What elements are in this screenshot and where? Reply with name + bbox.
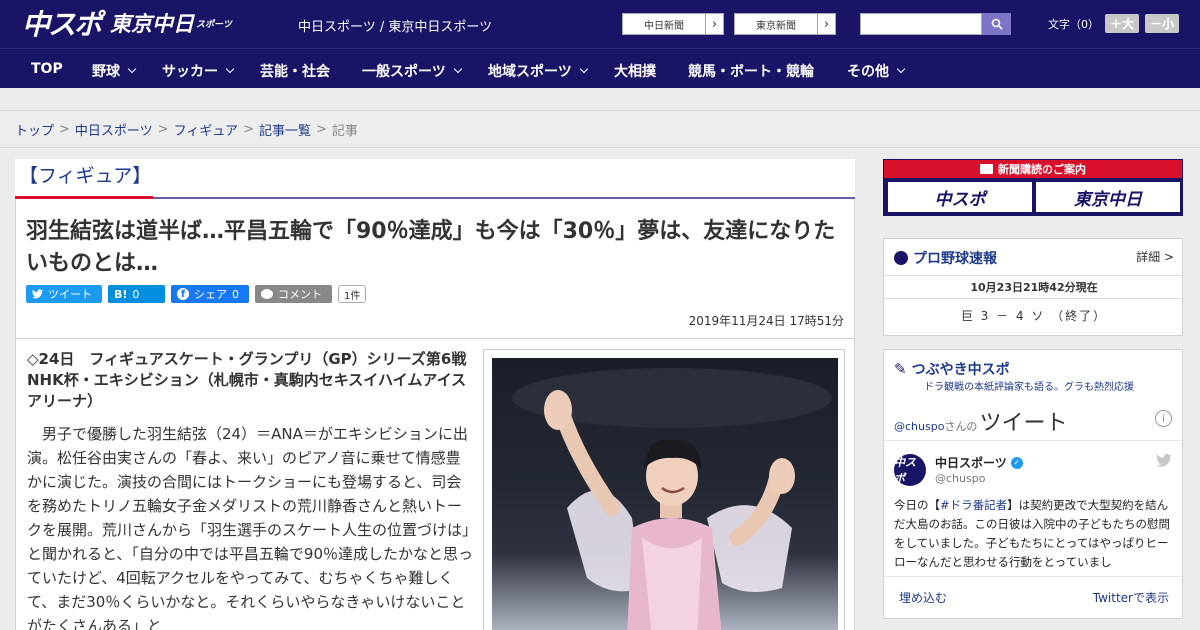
article-paragraph: 男子で優勝した羽生結弦（24）＝ANA＝がエキシビションに出演。松任谷由実さんの… [27,425,473,630]
chevron-right-icon: › [817,14,835,34]
chevron-down-icon [579,64,588,74]
skater-photo [492,358,838,630]
megaphone-icon: ✎ [894,360,907,378]
subscribe-chuspo-logo[interactable]: 中スポ [888,182,1032,212]
facebook-icon: f [177,288,189,300]
article-body: ◇24日 フィギュアスケート・グランプリ（GP）シリーズ第6戦NHK杯・エキシビ… [15,339,855,630]
search-button[interactable] [982,13,1011,35]
tweets-heading: ✎ つぶやき中スポ [894,360,1010,378]
comment-button[interactable]: コメント [255,285,332,303]
search-form [860,13,1011,35]
subscription-banner[interactable]: 新聞購読のご案内 中スポ 東京中日 [883,159,1183,216]
subscribe-tokyo-chunichi-logo[interactable]: 東京中日 [1036,182,1180,212]
article-date: 2019年11月24日 17時51分 [688,314,844,328]
chevron-right-icon: › [705,14,723,34]
site-tagline: 中日スポーツ / 東京中日スポーツ [298,20,493,35]
tokyo-shimbun-label: 東京新聞 [756,20,796,32]
nav-item-soccer[interactable]: サッカー [162,61,235,81]
hashtag-link[interactable]: #ドラ番記者 [940,498,1007,512]
nav-item-entertainment[interactable]: 芸能・社会 [260,61,330,81]
chevron-down-icon [225,64,235,74]
subscription-title: 新聞購読のご案内 [884,160,1182,178]
verified-badge-icon: ✓ [1010,456,1023,469]
article-title: 羽生結弦は道半ば…平昌五輪で「90％達成」も今は「30％」夢は、友達になりたいも… [26,219,836,276]
category-heading: 【フィギュア】 [15,159,855,199]
font-size-label: 文字（0） [1048,17,1099,31]
newspaper-icon [980,164,993,174]
baseball-score[interactable]: 巨 3 － 4 ソ （終了） [884,307,1184,324]
breadcrumb-chunichi-sports[interactable]: 中日スポーツ [75,120,153,139]
breadcrumb-figure[interactable]: フィギュア [174,120,238,139]
baseball-icon [894,251,908,265]
hatena-bookmark-button[interactable]: B! 0 [108,285,165,303]
tweet-account-handle[interactable]: @chuspo [935,472,985,485]
skater-illustration [512,368,832,630]
site-header: 中スポ 東京中日 スポーツ 中日スポーツ / 東京中日スポーツ 中日新聞 › 東京… [0,0,1200,48]
chunichi-shimbun-button[interactable]: 中日新聞 › [622,13,724,35]
baseball-details-link[interactable]: 詳細 > [1136,248,1174,265]
nav-item-top[interactable]: TOP [31,61,63,77]
baseball-scores-widget: プロ野球速報 詳細 > 10月23日21時42分現在 巨 3 － 4 ソ （終了… [883,238,1184,336]
tweets-subtitle: ドラ観戦の本紙評論家も語る。グラも熱烈応援 [924,382,1134,393]
timeline-handle-link[interactable]: @chuspo [894,420,944,433]
facebook-share-button[interactable]: f シェア 0 [171,285,249,303]
article-lead: ◇24日 フィギュアスケート・グランプリ（GP）シリーズ第6戦NHK杯・エキシビ… [27,350,467,410]
baseball-update-time: 10月23日21時42分現在 [884,275,1184,299]
tokyo-chunichi-logo[interactable]: 東京中日 スポーツ [110,6,232,40]
twitter-widget: ✎ つぶやき中スポ ドラ観戦の本紙評論家も語る。グラも熱烈応援 @chuspo … [883,349,1184,619]
speech-bubble-icon [261,289,273,299]
nav-item-baseball[interactable]: 野球 [92,61,137,81]
category-label: 【フィギュア】 [19,165,152,187]
search-icon [991,18,1003,30]
nav-item-racing[interactable]: 競馬・ボート・競輪 [688,61,814,81]
article-header: 羽生結弦は道半ば…平昌五輪で「90％達成」も今は「30％」夢は、友達になりたいも… [15,199,855,339]
embed-link[interactable]: 埋め込む [899,589,947,606]
share-buttons: ツイート B! 0 f シェア 0 コメント 1件 [26,285,367,303]
tweet-text: 今日の【#ドラ番記者】は契約更改で大型契約を結んだ大島のお話。この日彼は入院中の… [894,498,1170,569]
breadcrumb-article-list[interactable]: 記事一覧 [259,120,311,139]
comment-count[interactable]: 1件 [338,285,367,303]
nav-item-general-sports[interactable]: 一般スポーツ [362,61,462,81]
nav-item-local-sports[interactable]: 地域スポーツ [488,61,588,81]
tweet-button[interactable]: ツイート [26,285,102,303]
tweets-timeline-heading: @chuspo さんの ツイート [894,411,1068,436]
twitter-bird-icon[interactable] [1156,453,1172,471]
twitter-widget-footer: 埋め込む Twitterで表示 [884,576,1184,618]
font-size-controls: 文字（0） ＋大 －小 [1048,14,1180,33]
chunichi-shimbun-label: 中日新聞 [644,20,684,32]
nav-item-sumo[interactable]: 大相撲 [614,61,656,81]
breadcrumb-top[interactable]: トップ [15,120,54,139]
chevron-down-icon [896,64,906,74]
twitter-bird-icon [32,289,43,299]
tweet-account-name[interactable]: 中日スポーツ ✓ [935,454,1023,471]
view-on-twitter-link[interactable]: Twitterで表示 [1093,589,1169,606]
article-photo[interactable] [483,349,845,630]
font-bigger-button[interactable]: ＋大 [1105,14,1140,33]
chevron-down-icon [453,64,462,74]
info-icon[interactable]: i [1155,410,1172,427]
baseball-heading: プロ野球速報 [894,248,997,268]
breadcrumb-current: 記事 [331,123,358,139]
font-smaller-button[interactable]: －小 [1145,14,1180,33]
chevron-down-icon [127,64,137,74]
chuspo-logo[interactable]: 中スポ [22,6,102,41]
nav-item-other[interactable]: その他 [847,61,906,81]
search-input[interactable] [860,13,982,35]
tokyo-shimbun-button[interactable]: 東京新聞 › [734,13,836,35]
breadcrumb: トップ > 中日スポーツ > フィギュア > 記事一覧 > 記事 [0,110,1200,148]
avatar[interactable]: 中スポ [894,454,926,486]
main-nav: TOP 野球 サッカー 芸能・社会 一般スポーツ 地域スポーツ 大相撲 競馬・ボ… [0,48,1200,88]
